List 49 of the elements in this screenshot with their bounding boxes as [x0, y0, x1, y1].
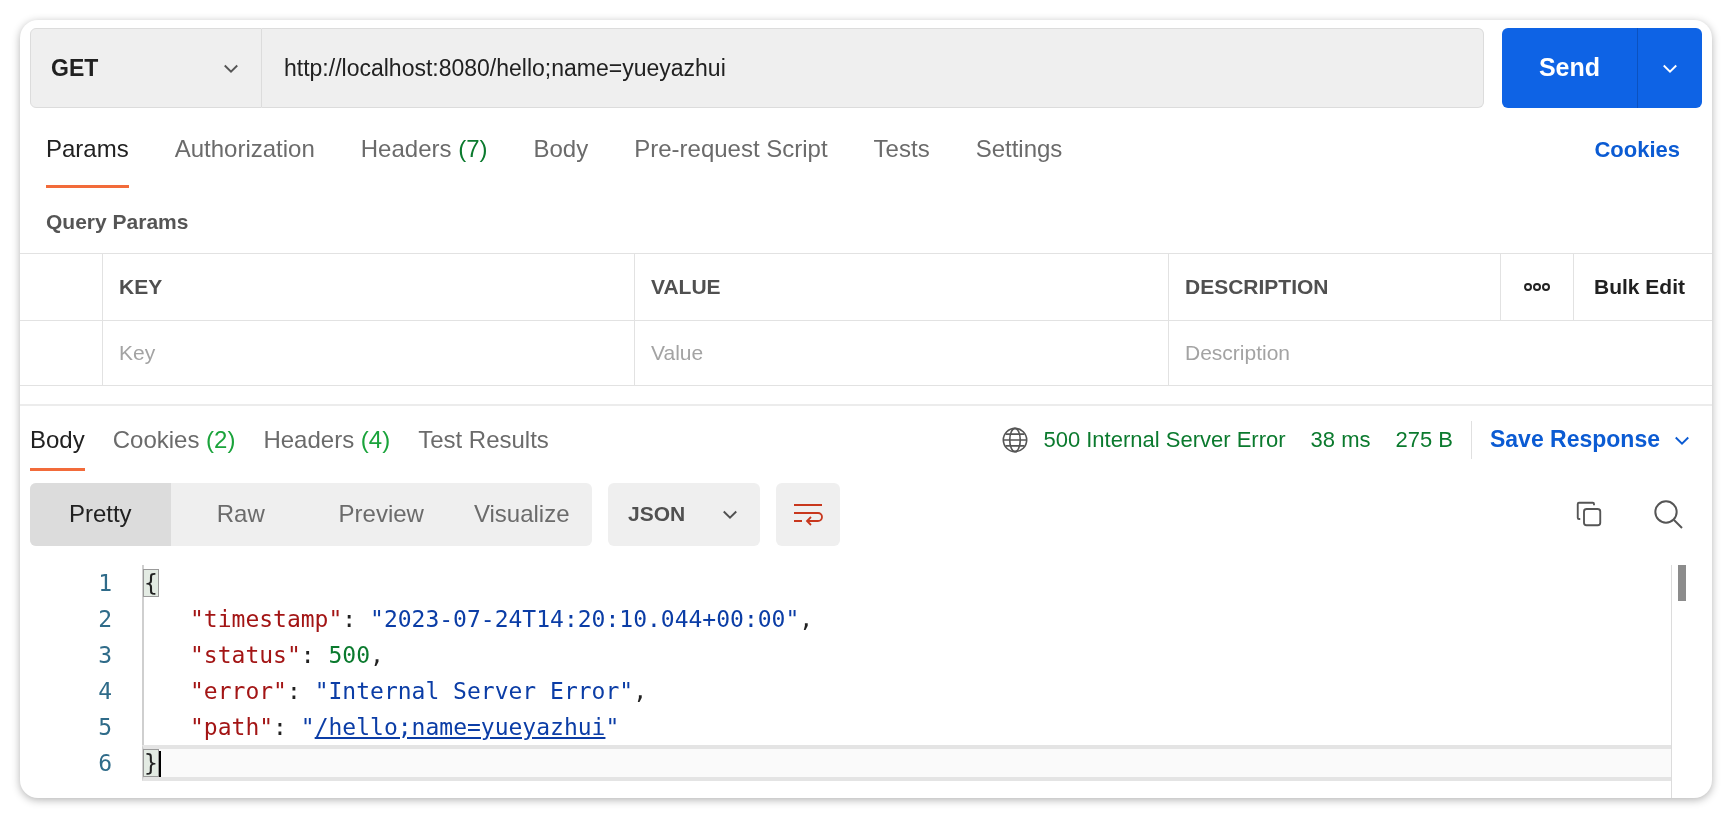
view-mode-tab[interactable]: Preview — [311, 482, 452, 546]
code-line: "status": 500, — [190, 640, 384, 670]
copy-icon[interactable] — [1574, 499, 1604, 529]
tab[interactable]: Body — [30, 406, 85, 473]
code-line: "error": "Internal Server Error", — [190, 676, 647, 706]
view-mode-tab[interactable]: Visualize — [451, 482, 592, 546]
response-time: 38 ms — [1310, 426, 1371, 454]
tab[interactable]: Headers (7) — [360, 108, 488, 190]
line-number: 4 — [97, 676, 112, 706]
save-response-button[interactable]: Save Response — [1489, 422, 1692, 457]
param-field[interactable]: Value — [635, 321, 1168, 385]
tab[interactable]: Headers (4) — [263, 406, 391, 473]
line-number: 6 — [97, 748, 112, 778]
tab[interactable]: Params — [46, 108, 129, 190]
url-field[interactable]: http://localhost:8080/hello;name=yueyazhui — [262, 28, 1484, 108]
globe-icon — [1001, 425, 1030, 454]
line-number: 1 — [97, 568, 112, 598]
cookies-link[interactable]: Cookies — [1594, 132, 1680, 166]
tab[interactable]: Test Results — [418, 406, 549, 473]
wrap-lines-button[interactable] — [776, 482, 840, 546]
tab[interactable]: Pre-request Script — [634, 108, 828, 190]
view-mode-tab[interactable]: Pretty — [30, 482, 171, 546]
search-icon[interactable] — [1652, 498, 1684, 530]
send-button[interactable]: Send — [1502, 28, 1638, 108]
line-number: 5 — [97, 712, 112, 742]
tab[interactable]: Settings — [975, 108, 1063, 190]
view-mode-tab[interactable]: Raw — [170, 482, 311, 546]
tab[interactable]: Cookies (2) — [112, 406, 236, 473]
column-header: KEY — [119, 274, 163, 301]
response-size: 275 B — [1395, 426, 1453, 454]
code-line: "path": "/hello;name=yueyazhui" — [190, 712, 620, 742]
column-header: DESCRIPTION — [1185, 274, 1329, 301]
scrollbar-thumb[interactable] — [1678, 565, 1686, 601]
code-line: "timestamp": "2023-07-24T14:20:10.044+00:00", — [190, 604, 814, 634]
method-dropdown[interactable]: GET — [30, 28, 262, 108]
param-field[interactable]: Description — [1169, 321, 1712, 385]
status-text: 500 Internal Server Error — [1043, 426, 1286, 454]
format-dropdown[interactable]: JSON — [608, 482, 760, 546]
line-number: 3 — [97, 640, 112, 670]
line-number: 2 — [97, 604, 112, 634]
bulk-edit-button[interactable]: Bulk Edit — [1594, 271, 1685, 303]
more-icon[interactable] — [1524, 282, 1550, 292]
section-title: Query Params — [46, 208, 189, 235]
column-header: VALUE — [651, 274, 721, 301]
param-field[interactable]: Key — [103, 321, 634, 385]
wrap-lines-icon — [793, 502, 823, 526]
tab[interactable]: Body — [533, 108, 589, 190]
tab[interactable]: Authorization — [174, 108, 315, 190]
tab[interactable]: Tests — [873, 108, 930, 190]
